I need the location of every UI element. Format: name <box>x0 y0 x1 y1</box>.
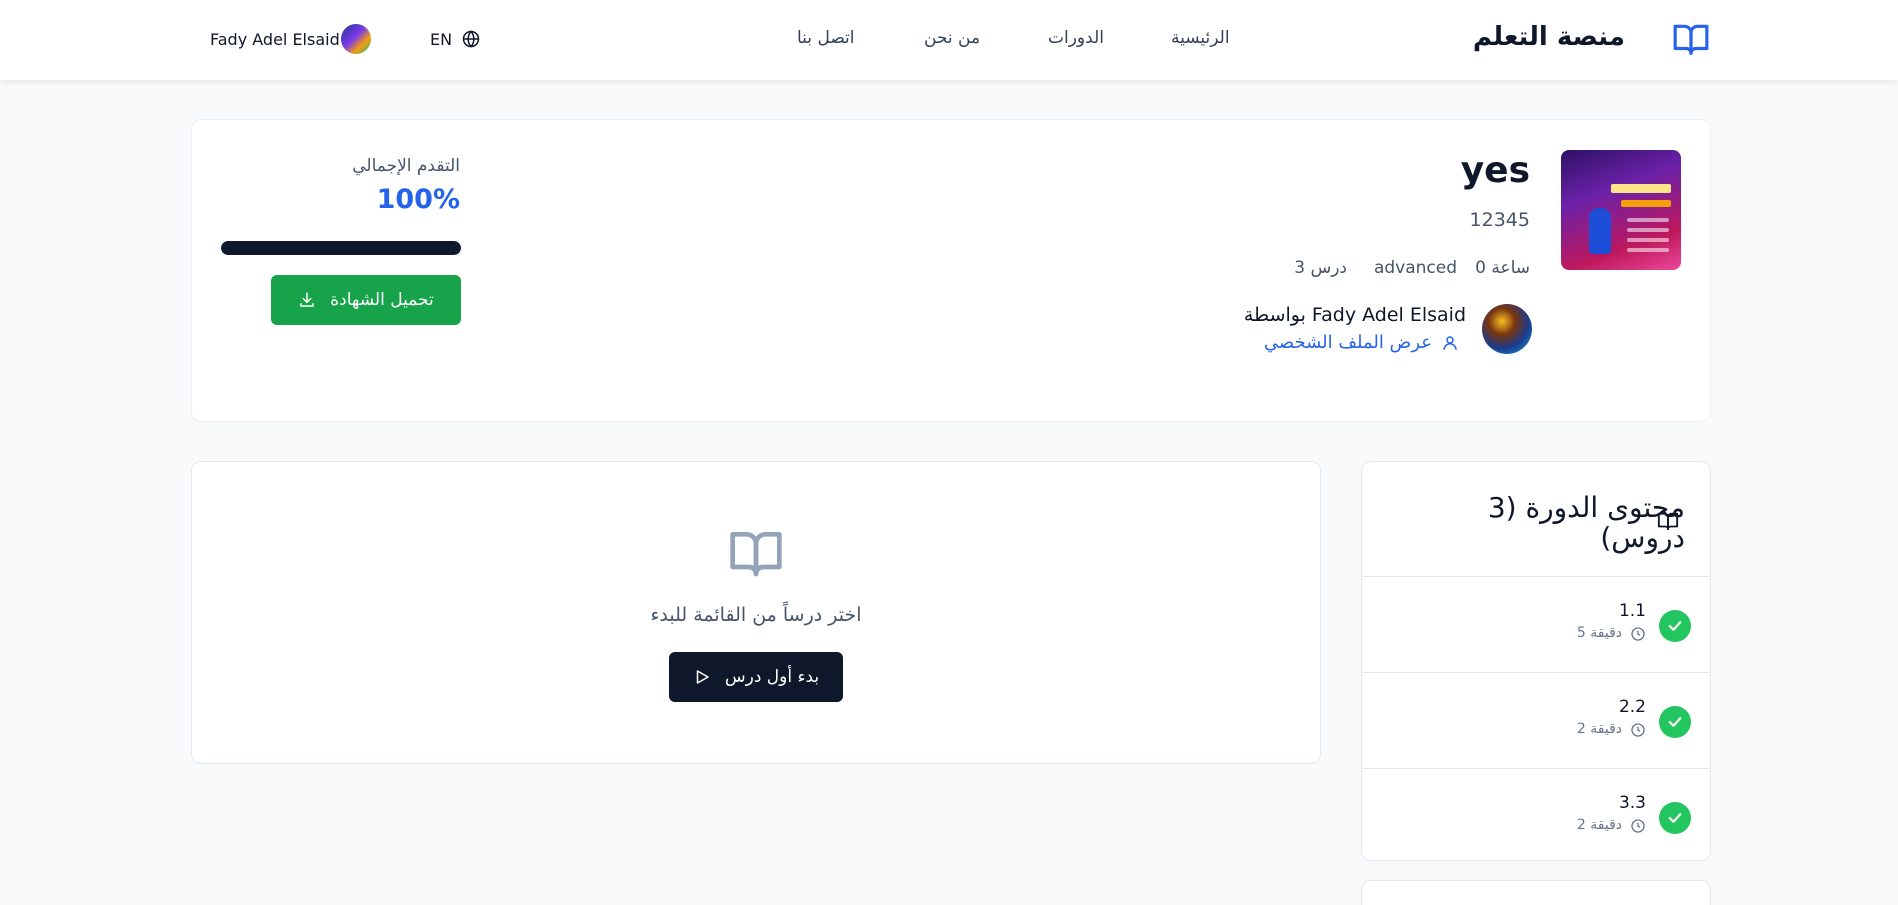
progress-bar <box>221 241 461 255</box>
view-profile-link[interactable]: عرض الملف الشخصي <box>1264 332 1432 353</box>
book-icon <box>1673 24 1709 55</box>
course-level: advanced <box>1373 258 1457 278</box>
nav-link-about[interactable]: من نحن <box>924 28 980 48</box>
nav-link-home[interactable]: الرئيسية <box>1171 28 1230 48</box>
check-circle-icon <box>1659 802 1691 834</box>
download-certificate-label: تحميل الشهادة <box>330 290 434 310</box>
progress-value: 100% <box>376 184 460 215</box>
nav-link-contact[interactable]: اتصل بنا <box>797 28 855 48</box>
clock-icon <box>1631 723 1645 737</box>
check-circle-icon <box>1659 706 1691 738</box>
lesson-item[interactable]: 2.2 2 دقيقة <box>1362 672 1710 768</box>
lesson-item[interactable]: 1.1 5 دقيقة <box>1362 576 1710 672</box>
start-first-lesson-button[interactable]: بدء أول درس <box>669 652 843 702</box>
lesson-item[interactable]: 3.3 2 دقيقة <box>1362 768 1710 864</box>
download-certificate-button[interactable]: تحميل الشهادة <box>271 275 461 325</box>
instructor-avatar <box>1482 304 1532 354</box>
progress-label: التقدم الإجمالي <box>352 156 460 176</box>
lesson-number: 3.3 <box>1618 793 1646 813</box>
lesson-duration: 2 دقيقة <box>1576 817 1622 833</box>
globe-icon[interactable] <box>462 30 480 48</box>
course-lessons-count: 3 درس <box>1294 258 1347 278</box>
secondary-panel <box>1361 880 1711 905</box>
user-name[interactable]: Fady Adel Elsaid <box>210 30 340 49</box>
lesson-duration: 2 دقيقة <box>1576 721 1622 737</box>
lesson-duration: 5 دقيقة <box>1576 625 1622 641</box>
course-duration: 0 ساعة <box>1475 258 1530 278</box>
nav-link-courses[interactable]: الدورات <box>1048 28 1104 48</box>
user-avatar[interactable] <box>341 24 371 54</box>
course-title: yes <box>1460 150 1530 191</box>
check-circle-icon <box>1659 610 1691 642</box>
course-thumbnail <box>1561 150 1681 270</box>
user-icon <box>1443 336 1457 350</box>
progress-bar-fill <box>221 241 461 255</box>
language-toggle[interactable]: EN <box>430 30 452 49</box>
top-navbar: منصة التعلم الرئيسية الدورات من نحن اتصل… <box>0 0 1898 80</box>
lesson-number: 2.2 <box>1618 697 1646 717</box>
lesson-number: 1.1 <box>1618 601 1646 621</box>
empty-state-text: اختر درساً من القائمة للبدء <box>650 604 862 626</box>
brand-title[interactable]: منصة التعلم <box>1473 22 1625 52</box>
download-icon <box>300 292 314 307</box>
start-first-lesson-label: بدء أول درس <box>724 667 820 687</box>
clock-icon <box>1631 627 1645 641</box>
course-code: 12345 <box>1469 209 1530 231</box>
instructor-name: بواسطة Fady Adel Elsaid <box>1243 304 1466 326</box>
lessons-title: محتوى الدورة (3 دروس) <box>1487 491 1685 554</box>
book-open-icon <box>730 532 782 577</box>
clock-icon <box>1631 819 1645 833</box>
play-icon <box>696 670 709 684</box>
